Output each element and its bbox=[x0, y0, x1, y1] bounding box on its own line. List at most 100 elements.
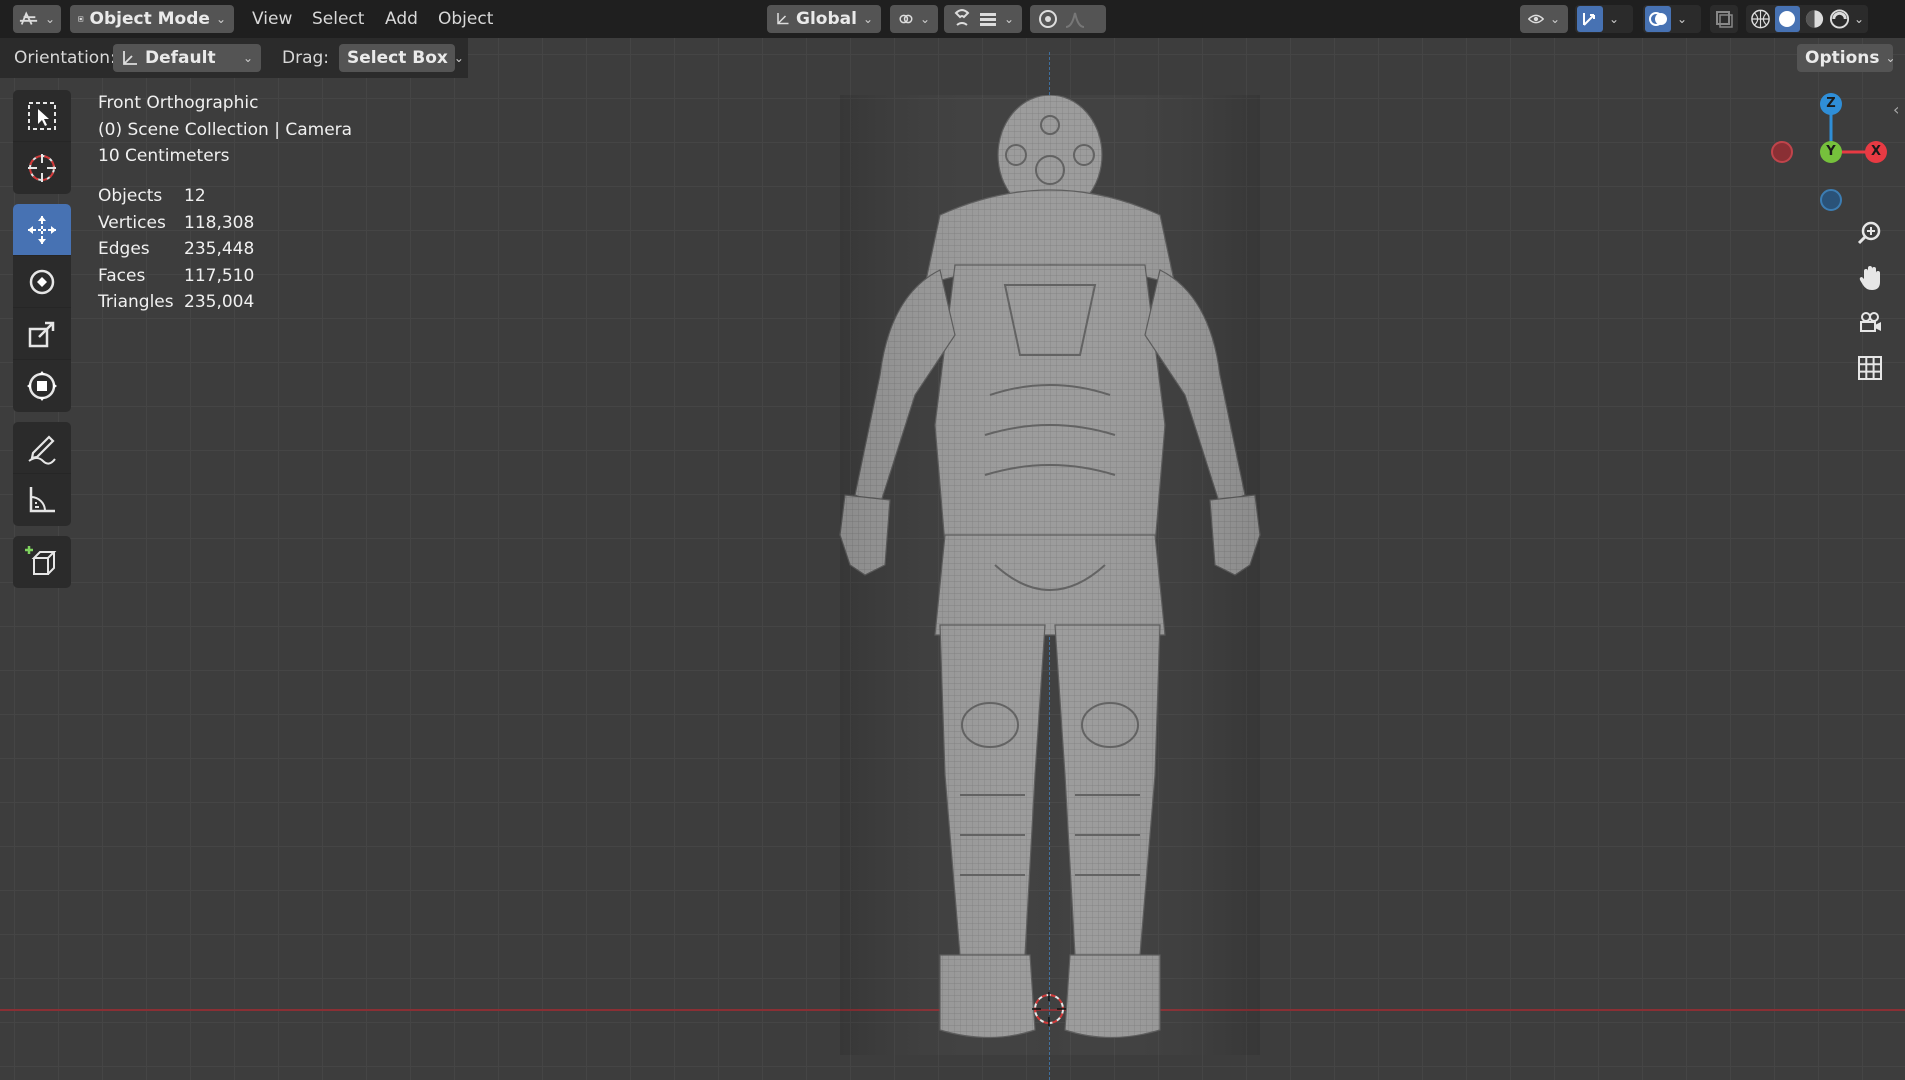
gizmo-y-axis[interactable]: Y bbox=[1820, 141, 1842, 163]
stats-row: Edges 235,448 bbox=[98, 239, 255, 259]
chevron-down-icon: ⌄ bbox=[1549, 12, 1560, 26]
navigation-gizmo[interactable]: Z X Y bbox=[1765, 90, 1887, 215]
xray-toggle[interactable] bbox=[1710, 5, 1738, 33]
orientation-axes-icon bbox=[777, 13, 789, 25]
toolbar-group-select bbox=[13, 90, 71, 194]
measure-tool[interactable] bbox=[13, 474, 71, 526]
chevron-down-icon: ⌄ bbox=[919, 12, 930, 26]
grid-icon bbox=[1858, 356, 1882, 380]
rendered-shading-icon[interactable] bbox=[1829, 8, 1850, 30]
zoom-icon bbox=[1857, 221, 1881, 245]
stats-row: Faces 117,510 bbox=[98, 265, 255, 286]
view-name: Front Orthographic bbox=[98, 93, 259, 113]
options-label: Options bbox=[1805, 48, 1880, 68]
cursor-icon bbox=[28, 154, 56, 182]
scale-line: 10 Centimeters bbox=[98, 146, 230, 166]
gizmo-neg-z-axis[interactable] bbox=[1820, 189, 1842, 211]
astronaut-mesh[interactable] bbox=[780, 95, 1320, 1055]
stats-row: Triangles 235,004 bbox=[98, 292, 255, 312]
chevron-down-icon: ⌄ bbox=[1885, 51, 1896, 65]
chevron-down-icon: ⌄ bbox=[862, 12, 873, 26]
transform-orientation-label: Global bbox=[796, 9, 857, 29]
camera-view-button[interactable] bbox=[1852, 305, 1888, 341]
menu-select[interactable]: Select bbox=[312, 5, 364, 33]
toolbar-group-add bbox=[13, 536, 71, 588]
viewport-info: Front Orthographic (0) Scene Collection … bbox=[98, 90, 352, 170]
gizmo-icon bbox=[1577, 6, 1603, 32]
add-cube-icon bbox=[25, 546, 57, 575]
chevron-down-icon: ⌄ bbox=[1677, 12, 1688, 26]
snapping-group[interactable]: ⌄ bbox=[944, 5, 1022, 33]
menu-view[interactable]: View bbox=[252, 5, 292, 33]
mode-label: Object Mode bbox=[89, 9, 210, 29]
3d-cursor-icon[interactable] bbox=[1032, 992, 1066, 1026]
move-icon bbox=[28, 215, 56, 244]
wireframe-shading-icon[interactable] bbox=[1750, 8, 1771, 30]
editor-type-icon bbox=[19, 11, 38, 25]
pivot-point-dropdown[interactable]: ⌄ bbox=[890, 5, 938, 33]
select-box-tool[interactable] bbox=[13, 90, 71, 142]
drag-dropdown[interactable]: Select Box ⌄ bbox=[339, 44, 464, 72]
editor-type-button[interactable]: ⌄ bbox=[13, 5, 61, 33]
visibility-dropdown[interactable]: ⌄ bbox=[1520, 5, 1568, 33]
gizmo-neg-x-axis[interactable] bbox=[1771, 141, 1793, 163]
annotate-icon bbox=[28, 434, 56, 465]
viewport-header: ⌄ Object Mode ⌄ View Select Add Object G… bbox=[0, 0, 1905, 38]
toolbar-group-annotate bbox=[13, 422, 71, 526]
gizmo-x-axis[interactable]: X bbox=[1865, 141, 1887, 163]
drag-value: Select Box bbox=[347, 48, 448, 68]
solid-shading-icon[interactable] bbox=[1775, 6, 1800, 32]
eye-icon bbox=[1528, 14, 1544, 24]
orientation-label: Orientation: bbox=[14, 48, 116, 68]
rotate-icon bbox=[29, 269, 55, 294]
sidebar-toggle-icon[interactable]: ‹ bbox=[1893, 100, 1899, 119]
xray-icon bbox=[1716, 11, 1733, 28]
transform-icon bbox=[27, 371, 57, 401]
chevron-down-icon: ⌄ bbox=[215, 12, 226, 26]
snap-magnet-icon bbox=[954, 9, 970, 26]
options-dropdown[interactable]: Options ⌄ bbox=[1797, 44, 1896, 72]
left-toolbar bbox=[13, 90, 71, 598]
pan-button[interactable] bbox=[1852, 260, 1888, 296]
gizmo-z-axis[interactable]: Z bbox=[1820, 93, 1842, 115]
proportional-editing-group[interactable] bbox=[1030, 5, 1106, 33]
mode-dropdown[interactable]: Object Mode ⌄ bbox=[70, 5, 234, 33]
measure-icon bbox=[29, 487, 55, 513]
orientation-default-icon bbox=[123, 51, 137, 65]
gizmo-toggle[interactable]: ⌄ bbox=[1575, 5, 1633, 33]
shading-mode-group[interactable]: ⌄ bbox=[1746, 5, 1868, 33]
add-cube-tool[interactable] bbox=[13, 536, 71, 588]
cursor-tool[interactable] bbox=[13, 142, 71, 194]
chevron-down-icon: ⌄ bbox=[1003, 12, 1014, 26]
object-mode-icon bbox=[78, 16, 84, 22]
overlays-icon bbox=[1645, 6, 1671, 32]
rotate-tool[interactable] bbox=[13, 256, 71, 308]
pivot-link-icon bbox=[899, 14, 913, 24]
transform-orientation-dropdown[interactable]: Global ⌄ bbox=[767, 5, 881, 33]
annotate-tool[interactable] bbox=[13, 422, 71, 474]
scene-statistics: Objects 12 Vertices 118,308 Edges 235,448 F… bbox=[98, 183, 254, 316]
proportional-editing-icon bbox=[1039, 10, 1057, 28]
menu-add[interactable]: Add bbox=[385, 5, 418, 33]
tool-settings-header: Orientation: Default ⌄ Drag: Select Box … bbox=[0, 38, 1905, 78]
chevron-down-icon: ⌄ bbox=[1609, 12, 1620, 26]
select-box-icon bbox=[28, 101, 56, 130]
move-tool[interactable] bbox=[13, 204, 71, 256]
stats-row: Objects 12 bbox=[98, 186, 206, 206]
perspective-toggle-button[interactable] bbox=[1852, 350, 1888, 386]
material-shading-icon[interactable] bbox=[1804, 8, 1825, 30]
camera-icon bbox=[1860, 312, 1881, 332]
orientation-value: Default bbox=[145, 48, 216, 68]
orientation-dropdown[interactable]: Default ⌄ bbox=[113, 44, 261, 72]
overlays-toggle[interactable]: ⌄ bbox=[1643, 5, 1701, 33]
menu-object[interactable]: Object bbox=[438, 5, 493, 33]
chevron-down-icon: ⌄ bbox=[1853, 12, 1865, 26]
hand-icon bbox=[1859, 266, 1880, 290]
drag-label: Drag: bbox=[282, 48, 330, 68]
stats-row: Vertices 118,308 bbox=[98, 212, 255, 233]
zoom-button[interactable] bbox=[1852, 215, 1888, 251]
scale-tool[interactable] bbox=[13, 308, 71, 360]
transform-tool[interactable] bbox=[13, 360, 71, 412]
toolbar-group-transform bbox=[13, 204, 71, 412]
snap-increment-icon bbox=[979, 13, 996, 26]
